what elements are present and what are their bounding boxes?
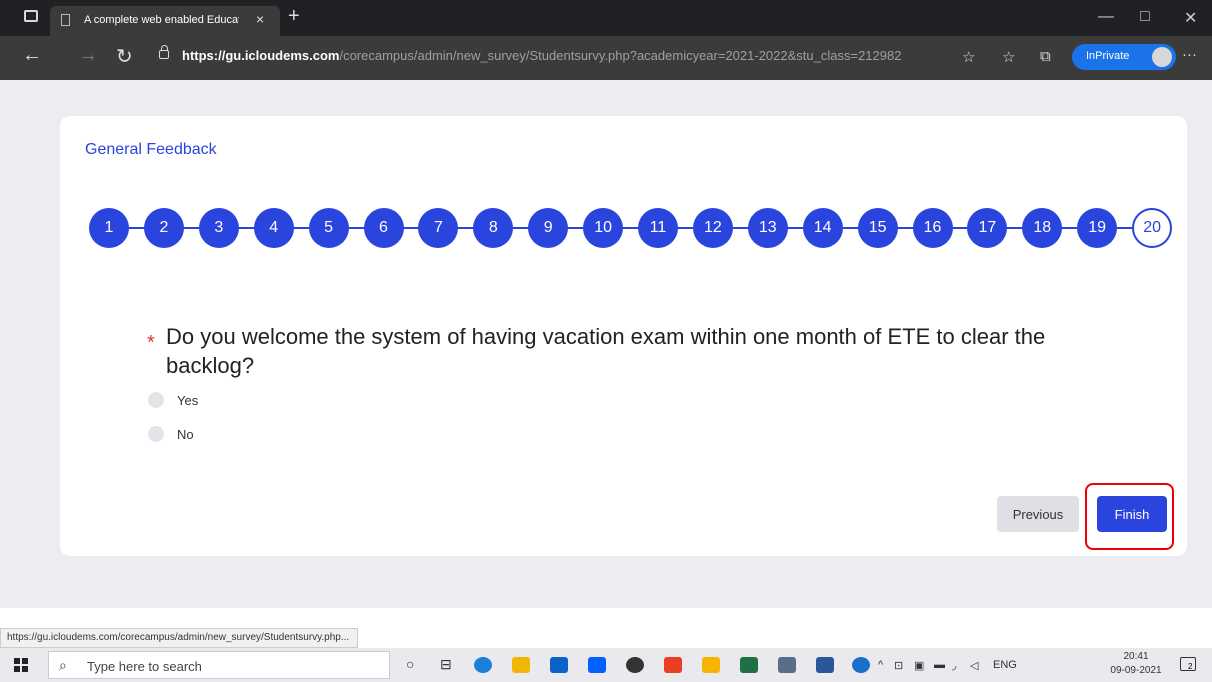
cortana-icon[interactable]: ○ — [406, 656, 414, 672]
step-16[interactable]: 16 — [912, 208, 953, 248]
lock-icon[interactable] — [159, 45, 169, 59]
add-favorite-icon[interactable]: ☆ — [962, 48, 975, 66]
clock-date: 09-09-2021 — [1110, 665, 1162, 676]
maximize-button[interactable]: □ — [1140, 8, 1150, 26]
step-20[interactable]: 20 — [1132, 208, 1173, 248]
url-host: https://gu.icloudems.com — [182, 48, 340, 63]
search-placeholder: Type here to search — [87, 659, 202, 674]
step-8[interactable]: 8 — [473, 208, 514, 248]
finish-highlight-box — [1085, 483, 1174, 550]
address-bar[interactable]: https://gu.icloudems.com/corecampus/admi… — [182, 48, 901, 63]
file-explorer-icon[interactable] — [512, 657, 530, 673]
tab-title: A complete web enabled Educati — [84, 14, 239, 26]
tab-close-icon[interactable]: × — [256, 11, 264, 27]
step-9[interactable]: 9 — [528, 208, 569, 248]
notification-icon[interactable]: 2 — [1180, 657, 1196, 671]
wifi-icon[interactable]: ◞ — [952, 659, 956, 672]
tab-actions-icon[interactable] — [24, 10, 38, 22]
step-5[interactable]: 5 — [308, 208, 349, 248]
volume-icon[interactable]: ◁ — [970, 659, 978, 672]
collections-icon[interactable]: ⧉ — [1040, 48, 1051, 65]
inprivate-label: InPrivate — [1086, 50, 1130, 62]
step-13[interactable]: 13 — [747, 208, 788, 248]
step-7[interactable]: 7 — [418, 208, 459, 248]
option-label: No — [177, 427, 194, 442]
chevron-up-icon[interactable]: ^ — [878, 659, 883, 671]
office-icon[interactable] — [664, 657, 682, 673]
favorites-icon[interactable]: ☆ — [1002, 48, 1015, 66]
close-window-button[interactable]: ✕ — [1184, 8, 1197, 28]
step-18[interactable]: 18 — [1022, 208, 1063, 248]
taskbar-search-input[interactable]: ⌕ Type here to search — [48, 651, 390, 679]
tray-device-icon[interactable]: ⊡ — [894, 659, 903, 672]
option-label: Yes — [177, 393, 199, 408]
step-6[interactable]: 6 — [363, 208, 404, 248]
tray-app-icon[interactable]: ▣ — [914, 659, 924, 672]
notification-count: 2 — [1188, 662, 1193, 671]
step-1[interactable]: 1 — [89, 208, 129, 248]
browser-tab[interactable]: A complete web enabled Educati × — [50, 6, 280, 36]
page-icon — [61, 14, 70, 26]
refresh-icon[interactable]: ↻ — [116, 44, 133, 69]
step-15[interactable]: 15 — [857, 208, 898, 248]
minimize-button[interactable]: — — [1098, 8, 1114, 26]
radio-button[interactable] — [148, 426, 164, 442]
status-url: https://gu.icloudems.com/corecampus/admi… — [0, 628, 359, 648]
edge-icon[interactable] — [474, 657, 492, 673]
clock-time: 20:41 — [1123, 651, 1149, 662]
step-14[interactable]: 14 — [802, 208, 843, 248]
word-icon[interactable] — [816, 657, 834, 673]
step-19[interactable]: 19 — [1077, 208, 1118, 248]
step-11[interactable]: 11 — [638, 208, 678, 248]
inprivate-badge[interactable]: InPrivate — [1072, 44, 1176, 70]
question-text: Do you welcome the system of having vaca… — [166, 324, 1046, 378]
back-arrow-icon[interactable]: ← — [22, 44, 42, 67]
app-icon[interactable] — [778, 657, 796, 673]
language-indicator[interactable]: ENG — [993, 659, 1017, 671]
sticky-notes-icon[interactable] — [702, 657, 720, 673]
forward-arrow-icon[interactable]: → — [78, 44, 98, 67]
previous-button[interactable]: Previous — [997, 496, 1079, 532]
taskbar: ⌕ Type here to search ○ ⊟ ^ ⊡ ▣ ▬ ◞ ◁ EN… — [0, 648, 1212, 682]
page-content: General Feedback 1 2 3 4 5 6 7 8 9 10 11 12 13 14 15 16… — [0, 80, 1212, 608]
survey-title: General Feedback — [85, 141, 217, 158]
step-17[interactable]: 17 — [967, 208, 1008, 248]
step-10[interactable]: 10 — [583, 208, 624, 248]
excel-icon[interactable] — [740, 657, 758, 673]
step-12[interactable]: 12 — [692, 208, 733, 248]
browser-titlebar: A complete web enabled Educati × + — □ ✕ — [0, 0, 1212, 36]
step-2[interactable]: 2 — [143, 208, 184, 248]
step-3[interactable]: 3 — [198, 208, 239, 248]
new-tab-button[interactable]: + — [288, 6, 300, 26]
radio-button[interactable] — [148, 392, 164, 408]
clock[interactable]: 20:41 09-09-2021 — [1108, 650, 1164, 678]
required-asterisk: * — [147, 332, 155, 354]
dropbox-icon[interactable] — [588, 657, 606, 673]
task-view-icon[interactable]: ⊟ — [440, 656, 452, 673]
step-4[interactable]: 4 — [253, 208, 294, 248]
windows-start-icon[interactable] — [14, 658, 28, 672]
app-icon[interactable] — [626, 657, 644, 673]
battery-icon[interactable]: ▬ — [934, 659, 945, 671]
mail-icon[interactable] — [550, 657, 568, 673]
settings-more-button[interactable]: ··· — [1182, 46, 1197, 63]
profile-avatar[interactable] — [1152, 47, 1172, 67]
browser-toolbar: ← → ↻ https://gu.icloudems.com/corecampu… — [0, 36, 1212, 80]
url-path: /corecampus/admin/new_survey/Studentsurv… — [339, 48, 902, 63]
help-icon[interactable] — [852, 657, 870, 673]
survey-card: General Feedback 1 2 3 4 5 6 7 8 9 10 11 12 13 14 15 16… — [60, 116, 1187, 556]
search-icon: ⌕ — [59, 657, 67, 673]
